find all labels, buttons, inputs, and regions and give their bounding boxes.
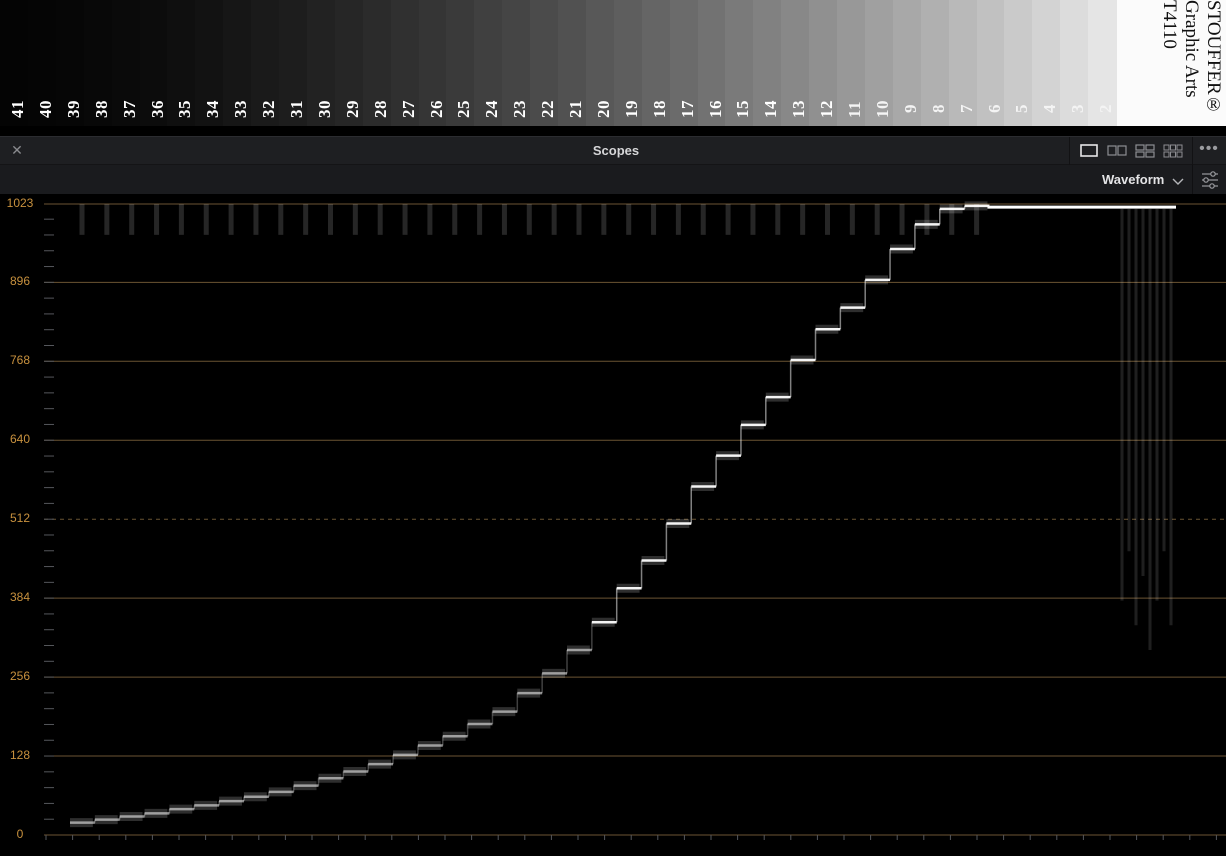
step-number: 36 [147, 100, 167, 118]
step-number: 20 [593, 100, 613, 118]
step-number: 38 [91, 100, 111, 118]
step-number: 3 [1068, 104, 1088, 114]
step-number: 41 [8, 100, 27, 118]
brand-model: T4110 [1159, 0, 1180, 49]
step-number: 32 [259, 100, 279, 118]
waveform-graph [44, 201, 1226, 840]
step-number: 17 [677, 100, 697, 118]
step-number: 24 [482, 100, 502, 118]
step-number: 22 [538, 100, 558, 118]
grayscale-step-wedge: 41 40 39 38 37 36 35 34 33 32 31 30 29 28 27 26 25 24 23 22… [0, 0, 1226, 126]
step-number: 16 [705, 100, 725, 118]
axis-label: 768 [9, 353, 31, 368]
step-number: 14 [761, 100, 781, 118]
step-number: 18 [649, 100, 669, 118]
stouffer-brand-mark: STOUFFER® Graphic Arts T4110 [1150, 0, 1226, 126]
two-up-view-icon[interactable] [1106, 143, 1128, 159]
step-number: 27 [398, 100, 418, 118]
waveform-trace [70, 201, 1176, 828]
axis-label: 256 [9, 669, 31, 684]
axis-label: 896 [9, 274, 31, 289]
step-number: 19 [621, 100, 641, 118]
graticule [44, 203, 1226, 836]
chevron-down-icon [1172, 174, 1184, 185]
axis-label: 0 [16, 827, 24, 841]
quad-view-icon[interactable] [1134, 143, 1156, 159]
step-number: 28 [370, 100, 390, 118]
step-number: 4 [1040, 104, 1060, 114]
scopes-panel-header: ✕ Scopes ••• [0, 136, 1226, 165]
step-number: 6 [984, 104, 1004, 114]
step-number: 37 [119, 100, 139, 118]
axis-label: 128 [9, 748, 31, 763]
step-number: 7 [956, 104, 976, 114]
six-up-view-icon[interactable] [1162, 143, 1184, 159]
waveform-scope: 1023 896 768 640 512 384 256 128 0 [0, 194, 1226, 856]
scope-toolbar: Waveform [0, 165, 1226, 194]
brand-subtitle: Graphic Arts [1181, 0, 1202, 98]
step-number: 21 [566, 100, 585, 118]
step-number: 9 [900, 104, 920, 114]
step-number: 10 [872, 100, 892, 118]
scope-type-dropdown[interactable]: Waveform [1094, 168, 1190, 191]
axis-label: 512 [9, 511, 31, 526]
step-number: 25 [454, 100, 474, 118]
step-number: 15 [733, 100, 753, 118]
step-number: 12 [817, 100, 837, 118]
step-number: 29 [342, 100, 362, 118]
step-number: 26 [426, 100, 446, 118]
step-number: 33 [231, 100, 251, 118]
layout-selector [1069, 137, 1193, 165]
step-number: 5 [1012, 104, 1032, 114]
step-number: 30 [314, 100, 334, 118]
scope-type-label: Waveform [1102, 172, 1165, 187]
axis-ticks [44, 218, 1226, 840]
step-number: 39 [63, 100, 83, 118]
step-number: 8 [928, 104, 948, 114]
single-view-icon[interactable] [1078, 143, 1100, 159]
sliders-icon[interactable] [1192, 165, 1226, 194]
axis-label: 1023 [6, 196, 34, 210]
axis-label: 640 [9, 432, 31, 447]
step-number: 34 [203, 100, 223, 118]
step-number: 31 [287, 100, 306, 118]
step-number: 11 [845, 100, 864, 118]
step-number: 13 [789, 100, 809, 118]
more-horizontal-icon[interactable]: ••• [1197, 141, 1221, 160]
step-number: 2 [1096, 104, 1116, 114]
axis-label: 384 [9, 590, 31, 605]
step-number: 35 [175, 100, 195, 118]
brand-name: STOUFFER® [1203, 0, 1224, 116]
step-number: 23 [510, 100, 530, 118]
panel-title: Scopes [592, 143, 640, 158]
step-number: 40 [35, 100, 55, 118]
